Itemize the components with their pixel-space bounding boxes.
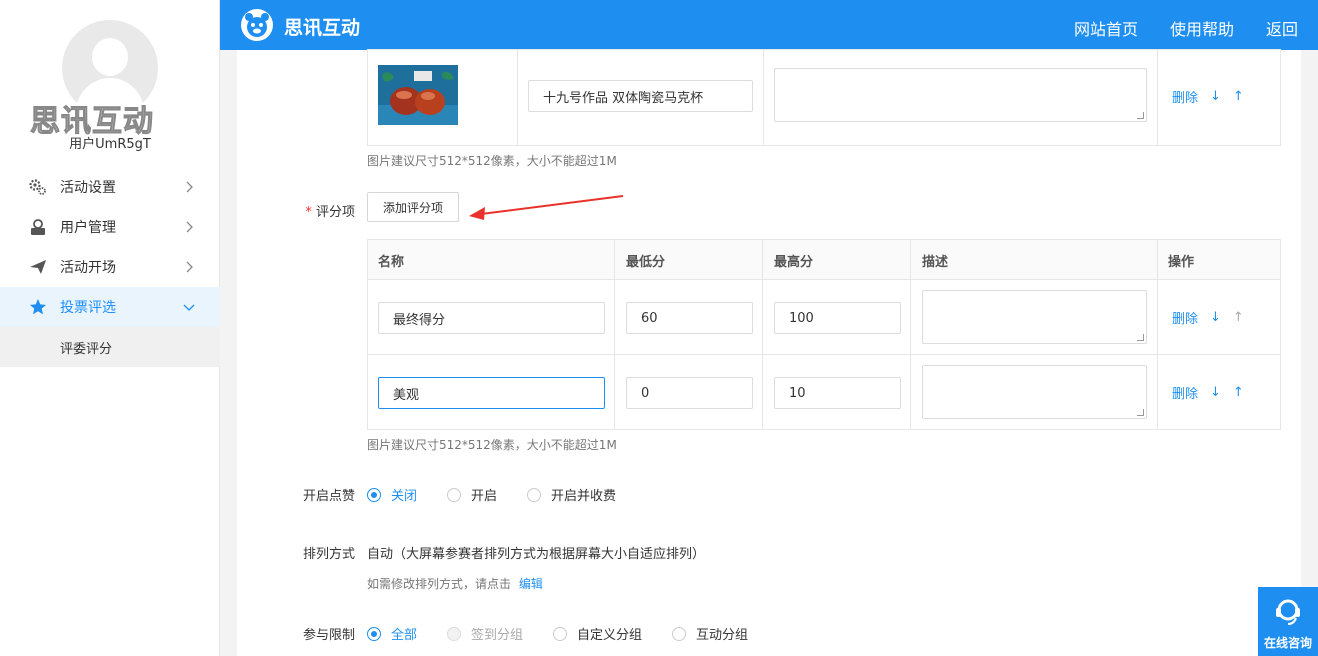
score-name-input[interactable]: 美观 [378, 377, 605, 409]
image-size-hint: 图片建议尺寸512*512像素，大小不能超过1M [367, 438, 617, 452]
nav-back-link[interactable]: 返回 [1266, 16, 1298, 40]
sidebar-item-voting[interactable]: 投票评选 [0, 287, 220, 327]
work-thumbnail[interactable] [378, 65, 458, 125]
logo-icon [241, 9, 273, 41]
likes-radio-group: 关闭 开启 开启并收费 [367, 485, 646, 504]
move-up-button[interactable]: ↑ [1233, 310, 1244, 325]
chevron-right-icon [186, 261, 193, 273]
row-ops: 删除 ↓ ↑ [1172, 383, 1256, 402]
score-min-input[interactable]: 0 [626, 377, 753, 409]
score-min-input[interactable]: 60 [626, 302, 753, 334]
sidebar: 思讯互动 用户UmR5gT 活动设置 用户管理 活动开场 投票评选 评委评分 [0, 0, 220, 656]
star-icon [28, 297, 48, 317]
radio-limit-all[interactable] [367, 626, 381, 641]
delete-button[interactable]: 删除 [1172, 87, 1198, 106]
th-max: 最高分 [774, 255, 814, 270]
scoring-items-label: * 评分项 [277, 201, 355, 220]
image-size-hint: 图片建议尺寸512*512像素，大小不能超过1M [367, 154, 617, 168]
move-up-button[interactable]: ↑ [1233, 89, 1244, 104]
sort-hint: 如需修改排列方式，请点击 编辑 [367, 575, 543, 592]
required-mark: * [305, 205, 312, 220]
nav-home-link[interactable]: 网站首页 [1074, 16, 1138, 40]
radio-label[interactable]: 互动分组 [696, 624, 748, 643]
radio-likes-paid[interactable] [527, 487, 542, 502]
radio-limit-interactive-group[interactable] [672, 626, 687, 641]
work-ops: 删除 ↓ ↑ [1172, 87, 1256, 106]
radio-limit-custom-group[interactable] [553, 626, 568, 641]
radio-limit-signin-group [447, 626, 462, 641]
brand-name: 思讯互动 [284, 17, 361, 39]
sidebar-item-label: 活动设置 [60, 180, 116, 196]
radio-label[interactable]: 自定义分组 [577, 624, 642, 643]
move-down-button[interactable]: ↓ [1210, 310, 1221, 325]
score-desc-textarea[interactable] [922, 290, 1147, 344]
online-consult-label: 在线咨询 [1263, 636, 1312, 650]
score-max-input[interactable]: 100 [774, 302, 901, 334]
radio-label[interactable]: 开启并收费 [551, 485, 616, 504]
likes-label: 开启点赞 [302, 489, 355, 504]
radio-label[interactable]: 关闭 [391, 485, 417, 504]
delete-button[interactable]: 删除 [1172, 383, 1198, 402]
add-scoring-item-button[interactable]: 添加评分项 [367, 192, 459, 222]
username: 用户UmR5gT [69, 137, 151, 152]
gears-icon [28, 177, 48, 197]
score-name-input[interactable]: 最终得分 [378, 302, 605, 334]
radio-likes-off[interactable] [367, 487, 381, 502]
radio-likes-on[interactable] [447, 487, 462, 502]
annotation-arrow [469, 195, 624, 220]
limit-label: 参与限制 [302, 628, 355, 643]
scoring-label-text: 评分项 [315, 205, 355, 220]
paper-plane-icon [28, 257, 48, 277]
user-profile: 思讯互动 用户UmR5gT [0, 0, 219, 160]
chevron-right-icon [186, 221, 193, 233]
move-up-button[interactable]: ↑ [1233, 385, 1244, 400]
sidebar-item-activity-opening[interactable]: 活动开场 [0, 247, 220, 287]
chevron-right-icon [186, 181, 193, 193]
limit-radio-group: 全部 签到分组 自定义分组 互动分组 [367, 624, 778, 643]
nav-help-link[interactable]: 使用帮助 [1170, 16, 1234, 40]
online-consult-button[interactable]: 在线咨询 [1258, 587, 1318, 656]
move-down-button[interactable]: ↓ [1210, 89, 1221, 104]
radio-label[interactable]: 全部 [391, 624, 417, 643]
delete-button[interactable]: 删除 [1172, 308, 1198, 327]
headset-icon [1276, 599, 1300, 625]
sort-edit-link[interactable]: 编辑 [519, 577, 543, 591]
sidebar-item-label: 投票评选 [60, 300, 116, 316]
th-ops: 操作 [1168, 255, 1195, 270]
top-header: 思讯互动 网站首页 使用帮助 返回 [220, 0, 1318, 50]
work-desc-textarea[interactable] [774, 68, 1147, 122]
th-min: 最低分 [626, 255, 666, 270]
radio-label[interactable]: 开启 [471, 485, 497, 504]
sort-hint-text: 如需修改排列方式，请点击 [367, 577, 512, 591]
score-max-input[interactable]: 10 [774, 377, 901, 409]
sort-value: 自动（大屏幕参赛者排列方式为根据屏幕大小自适应排列） [367, 547, 706, 562]
work-image-cell [367, 49, 518, 146]
main-content: 十九号作品 双体陶瓷马克杯 删除 ↓ ↑ 图片建议尺寸512*512像素，大小不… [237, 49, 1301, 656]
work-title-input[interactable]: 十九号作品 双体陶瓷马克杯 [528, 80, 753, 112]
sidebar-item-activity-settings[interactable]: 活动设置 [0, 167, 220, 207]
score-desc-textarea[interactable] [922, 365, 1147, 419]
sidebar-item-user-management[interactable]: 用户管理 [0, 207, 220, 247]
sidebar-item-label: 用户管理 [60, 220, 116, 236]
th-desc: 描述 [922, 255, 949, 270]
column-header-name [367, 239, 615, 280]
radio-label: 签到分组 [471, 628, 524, 643]
sidebar-item-label: 活动开场 [60, 260, 116, 276]
th-name: 名称 [378, 255, 405, 270]
row-ops: 删除 ↓ ↑ [1172, 308, 1256, 327]
move-down-button[interactable]: ↓ [1210, 385, 1221, 400]
chevron-down-icon [183, 304, 195, 311]
sort-label: 排列方式 [302, 547, 355, 562]
sidebar-subitem-judge-scoring[interactable]: 评委评分 [0, 327, 220, 367]
user-card-icon [28, 217, 48, 237]
